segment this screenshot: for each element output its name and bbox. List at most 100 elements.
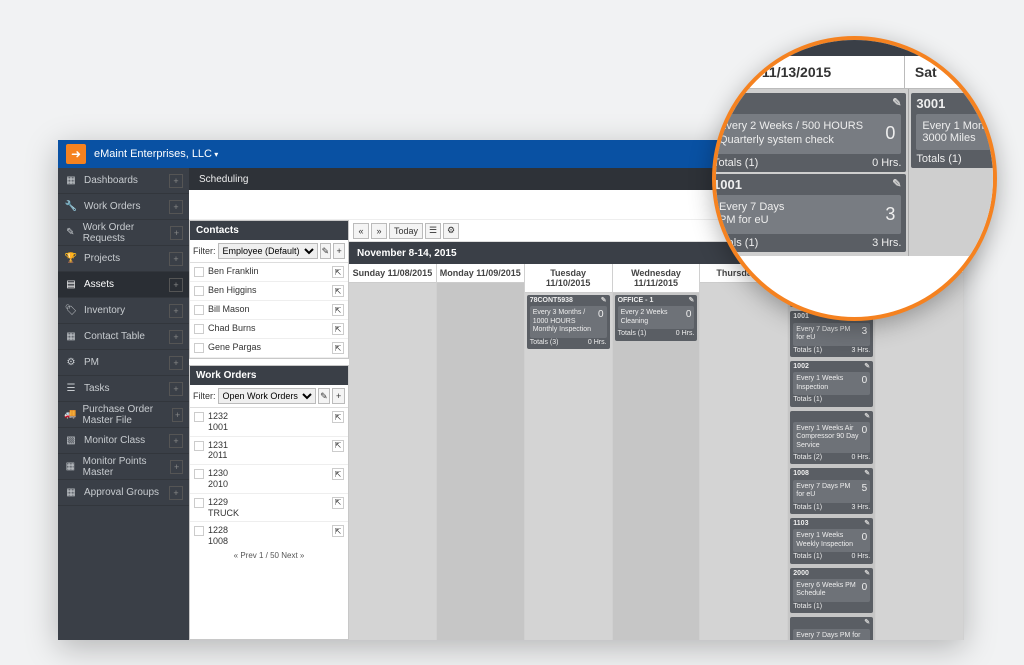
contact-row[interactable]: Bill Mason⇱ [190, 301, 348, 320]
edit-icon[interactable]: ✎ [864, 520, 870, 528]
sched-card[interactable]: 1103✎Every 1 Weeks Weekly Inspection0Tot… [790, 518, 873, 564]
workorders-filter-select[interactable]: Open Work Orders [218, 388, 316, 404]
drag-icon[interactable]: ⇱ [332, 497, 344, 509]
sidebar-item-work-order-requests[interactable]: ✎ Work Order Requests+ [58, 220, 189, 246]
drag-icon[interactable]: ⇱ [332, 468, 344, 480]
day-header: Wednesday 11/11/2015 [613, 264, 700, 293]
sidebar-icon: 🏷 [64, 305, 78, 316]
sidebar-item-purchase-order-master-file[interactable]: 🚚Purchase Order Master File+ [58, 402, 189, 428]
expand-icon[interactable]: + [169, 174, 183, 188]
sidebar-item-dashboards[interactable]: ▦Dashboards+ [58, 168, 189, 194]
logo-icon [66, 144, 86, 164]
sidebar-item-assets[interactable]: ▤Assets+ [58, 272, 189, 298]
drag-icon[interactable]: ⇱ [332, 304, 344, 316]
contact-row[interactable]: Chad Burns⇱ [190, 320, 348, 339]
day-column[interactable]: Sunday 11/08/2015 [349, 264, 437, 640]
expand-icon[interactable]: + [170, 226, 183, 240]
contacts-filter-select[interactable]: Employee (Default) [218, 243, 318, 259]
sidebar-icon: ☰ [64, 383, 78, 394]
drag-icon[interactable]: ⇱ [332, 342, 344, 354]
expand-icon[interactable]: + [169, 434, 183, 448]
edit-icon[interactable]: ✎ [864, 363, 870, 371]
day-header: Monday 11/09/2015 [437, 264, 524, 283]
workorder-row[interactable]: 1229TRUCK⇱ [190, 494, 348, 523]
sidebar-item-projects[interactable]: 🏆Projects+ [58, 246, 189, 272]
edit-icon[interactable]: ✎ [601, 297, 607, 305]
workorder-row[interactable]: 12302010⇱ [190, 465, 348, 494]
drag-icon[interactable]: ⇱ [332, 411, 344, 423]
org-dropdown[interactable]: eMaint Enterprises, LLC [94, 148, 218, 160]
sidebar-item-label: Contact Table [84, 331, 145, 342]
sidebar-icon: ▤ [64, 279, 78, 290]
expand-icon[interactable]: + [169, 486, 183, 500]
day-column[interactable]: Tuesday 11/10/201578CONT5938✎Every 3 Mon… [525, 264, 613, 640]
expand-icon[interactable]: + [169, 330, 183, 344]
zoom-sched-card[interactable]: 01✎ Every 2 Weeks / 500 HOURSQuarterly s… [712, 93, 906, 172]
sched-card[interactable]: ✎Every 7 Days PM for eUTotals (1)0 Hrs. [790, 617, 873, 640]
edit-icon[interactable]: ✎ [689, 297, 695, 305]
settings-button[interactable]: ⚙ [443, 223, 459, 239]
sidebar-icon: ✎ [64, 227, 77, 238]
edit-filter-button[interactable]: ✎ [320, 243, 332, 259]
sidebar-item-inventory[interactable]: 🏷Inventory+ [58, 298, 189, 324]
sidebar-item-monitor-points-master[interactable]: ▦Monitor Points Master+ [58, 454, 189, 480]
workorder-row[interactable]: 12321001⇱ [190, 408, 348, 437]
sched-card[interactable]: 1002✎Every 1 Weeks Inspection0Totals (1) [790, 361, 873, 407]
sidebar-item-pm[interactable]: ⚙PM+ [58, 350, 189, 376]
sidebar-item-contact-table[interactable]: ▦Contact Table+ [58, 324, 189, 350]
edit-icon[interactable]: ✎ [892, 177, 901, 192]
drag-icon[interactable]: ⇱ [332, 440, 344, 452]
contact-row[interactable]: Gene Pargas⇱ [190, 339, 348, 358]
drag-icon[interactable]: ⇱ [332, 323, 344, 335]
day-column[interactable]: Monday 11/09/2015 [437, 264, 525, 640]
edit-icon[interactable]: ✎ [864, 470, 870, 478]
contact-row[interactable]: Ben Higgins⇱ [190, 282, 348, 301]
sidebar-item-label: Work Order Requests [83, 222, 170, 244]
expand-icon[interactable]: + [169, 356, 183, 370]
expand-icon[interactable]: + [169, 252, 183, 266]
sched-card[interactable]: ✎Every 1 Weeks Air Compressor 90 Day Ser… [790, 411, 873, 465]
expand-icon[interactable]: + [170, 460, 183, 474]
day-column[interactable] [876, 264, 964, 640]
expand-icon[interactable]: + [172, 408, 183, 422]
edit-filter-button[interactable]: ✎ [318, 388, 331, 404]
sched-card[interactable]: 78CONT5938✎Every 3 Months / 1000 HOURS M… [527, 295, 610, 349]
view-toggle-button[interactable]: ☰ [425, 223, 441, 239]
workorder-row[interactable]: 12312011⇱ [190, 437, 348, 466]
sidebar-item-work-orders[interactable]: 🔧 Work Orders + [58, 194, 189, 220]
sched-card[interactable]: OFFICE - 1✎Every 2 Weeks Cleaning0Totals… [615, 295, 698, 341]
expand-icon[interactable]: + [169, 278, 183, 292]
sidebar-icon: ⚙ [64, 357, 78, 368]
sched-card[interactable]: 2000✎Every 6 Weeks PM Schedule0Totals (1… [790, 568, 873, 614]
day-column[interactable]: Wednesday 11/11/2015OFFICE - 1✎Every 2 W… [613, 264, 701, 640]
add-filter-button[interactable]: + [332, 388, 345, 404]
edit-icon[interactable]: ✎ [892, 96, 901, 111]
zoom-sched-card[interactable]: 1001✎ Every 7 DaysPM for eU3 Totals (1)3… [712, 174, 906, 253]
zoom-sched-card[interactable]: 3001✎ Every 1 Mont3000 Miles Totals (1) [911, 93, 997, 168]
today-button[interactable]: Today [389, 223, 423, 239]
sidebar-item-label: Approval Groups [84, 487, 159, 498]
drag-icon[interactable]: ⇱ [332, 266, 344, 278]
drag-icon[interactable]: ⇱ [332, 525, 344, 537]
prev-range-button[interactable]: « [353, 223, 369, 239]
edit-icon[interactable]: ✎ [864, 619, 870, 627]
expand-icon[interactable]: + [169, 304, 183, 318]
edit-icon[interactable]: ✎ [864, 413, 870, 421]
workorders-panel-header: Work Orders [190, 366, 348, 385]
contact-row[interactable]: Ben Franklin⇱ [190, 263, 348, 282]
expand-icon[interactable]: + [169, 200, 183, 214]
add-filter-button[interactable]: + [333, 243, 345, 259]
sidebar-item-approval-groups[interactable]: ▦Approval Groups+ [58, 480, 189, 506]
sched-card[interactable]: 1008✎Every 7 Days PM for eU5Totals (1)3 … [790, 468, 873, 514]
next-range-button[interactable]: » [371, 223, 387, 239]
sidebar-item-label: Work Orders [84, 201, 141, 212]
workorder-row[interactable]: 12281008Change the Oil on the truck.⇱ [190, 522, 348, 548]
day-column[interactable]: Thursday 11/ [700, 264, 788, 640]
pager[interactable]: « Prev 1 / 50 Next » [190, 548, 348, 563]
sidebar-item-monitor-class[interactable]: ▧Monitor Class+ [58, 428, 189, 454]
sidebar-item-tasks[interactable]: ☰Tasks+ [58, 376, 189, 402]
edit-icon[interactable]: ✎ [864, 570, 870, 578]
drag-icon[interactable]: ⇱ [332, 285, 344, 297]
expand-icon[interactable]: + [169, 382, 183, 396]
sidebar-icon: 🔧 [64, 201, 78, 212]
